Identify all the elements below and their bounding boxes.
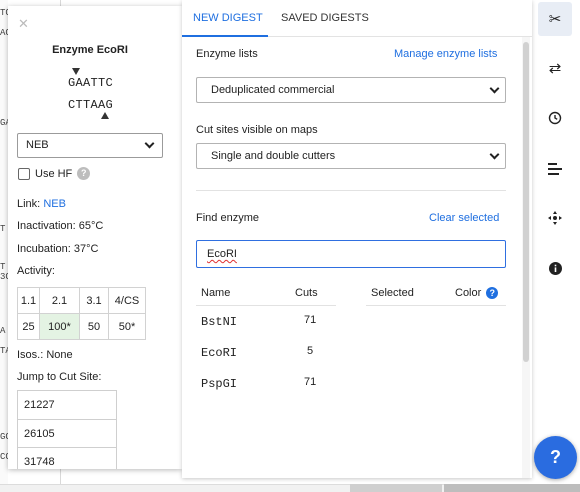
enzyme-result-cuts: 71: [304, 314, 317, 326]
background-sequence-fragment: T: [0, 262, 6, 272]
clear-selected-link[interactable]: Clear selected: [429, 212, 499, 224]
enzyme-list-value: Deduplicated commercial: [211, 84, 335, 96]
results-header-divider: [196, 305, 336, 306]
recognition-sequence-top: GAATTC: [68, 76, 114, 90]
buffer-activity-value: 50: [79, 313, 109, 340]
inactivation-text: Inactivation: 65°C: [17, 220, 104, 232]
help-icon[interactable]: ?: [77, 167, 91, 180]
buffer-activity-value: 100*: [39, 313, 80, 340]
enzyme-list-select[interactable]: Deduplicated commercial: [196, 77, 506, 103]
column-header-selected: Selected: [371, 287, 414, 299]
help-button[interactable]: ?: [534, 436, 577, 479]
digest-tabs: NEW DIGEST SAVED DIGESTS: [182, 0, 532, 37]
selected-header-divider: [366, 305, 506, 306]
buffer-activity-value: 50*: [108, 313, 146, 340]
move-icon[interactable]: [538, 201, 572, 235]
enzyme-title: Enzyme EcoRI: [52, 44, 128, 56]
enzyme-info-panel: ✕ Enzyme EcoRI GAATTC CTTAAG NEB Use HF …: [8, 6, 182, 469]
tab-saved-digests[interactable]: SAVED DIGESTS: [281, 12, 369, 24]
right-toolbar: ✂ ⇄: [538, 0, 580, 484]
buffer-activity-table: 1.1 2.1 3.1 4/CS 25 100* 50 50*: [17, 287, 146, 340]
column-header-color: Color?: [455, 287, 499, 299]
supplier-link-row: Link: NEB: [17, 198, 66, 210]
activity-label: Activity:: [17, 265, 55, 277]
column-header-color-label: Color: [455, 287, 482, 299]
buffer-header: 3.1: [79, 287, 109, 314]
scrollbar-thumb[interactable]: [523, 42, 529, 362]
help-icon[interactable]: ?: [486, 287, 499, 299]
buffer-header: 4/CS: [108, 287, 146, 314]
background-bottom-tab[interactable]: [444, 484, 580, 492]
supplier-select[interactable]: NEB: [17, 133, 163, 158]
digest-panel: NEW DIGEST SAVED DIGESTS Enzyme lists Ma…: [182, 0, 532, 478]
supplier-link[interactable]: NEB: [43, 198, 66, 210]
scissors-icon[interactable]: ✂: [538, 2, 572, 36]
activity-value-row: 25 100* 50 50*: [17, 313, 146, 340]
section-divider: [196, 190, 506, 191]
use-hf-row[interactable]: Use HF ?: [18, 167, 91, 180]
background-sequence-view: [0, 0, 8, 492]
cut-site-item[interactable]: 31748: [18, 447, 116, 469]
find-enzyme-input-value: EcoRI: [207, 248, 237, 260]
info-icon[interactable]: [538, 251, 572, 285]
active-tab-indicator: [182, 35, 268, 37]
cut-site-item[interactable]: 21227: [18, 391, 116, 419]
column-header-cuts: Cuts: [295, 287, 318, 299]
supplier-select-value: NEB: [26, 139, 49, 151]
buffer-header: 2.1: [39, 287, 80, 314]
background-sequence-fragment: T: [0, 224, 6, 234]
swap-icon[interactable]: ⇄: [538, 51, 572, 85]
background-sequence-fragment: A: [0, 326, 6, 336]
cut-site-list: 21227 26105 31748: [17, 390, 117, 469]
enzyme-result-name[interactable]: PspGI: [201, 377, 237, 391]
chevron-down-icon: [489, 83, 500, 94]
enzyme-result-name[interactable]: EcoRI: [201, 346, 237, 360]
find-enzyme-label: Find enzyme: [196, 212, 259, 224]
use-hf-checkbox[interactable]: [18, 167, 30, 180]
cut-sites-visible-value: Single and double cutters: [211, 150, 336, 162]
cut-site-item[interactable]: 26105: [18, 419, 116, 447]
manage-enzyme-lists-link[interactable]: Manage enzyme lists: [394, 48, 497, 60]
cut-marker-top-icon: [72, 68, 80, 75]
find-enzyme-input[interactable]: EcoRI: [196, 240, 506, 268]
enzyme-lists-label: Enzyme lists: [196, 48, 258, 60]
enzyme-result-cuts: 5: [306, 345, 314, 357]
background-bottom-tab[interactable]: [350, 484, 442, 492]
close-icon[interactable]: ✕: [18, 16, 29, 32]
enzyme-result-cuts: 71: [304, 376, 317, 388]
jump-to-cut-site-label: Jump to Cut Site:: [17, 371, 102, 383]
buffer-activity-value: 25: [17, 313, 40, 340]
align-icon[interactable]: [538, 152, 572, 186]
cut-marker-bottom-icon: [101, 112, 109, 119]
cut-sites-visible-label: Cut sites visible on maps: [196, 124, 318, 136]
supplier-link-label: Link:: [17, 198, 41, 210]
recognition-sequence-bottom: CTTAAG: [68, 98, 114, 112]
tab-new-digest[interactable]: NEW DIGEST: [193, 12, 263, 24]
chevron-down-icon: [489, 149, 500, 160]
use-hf-label: Use HF: [35, 167, 73, 180]
buffer-header: 1.1: [17, 287, 40, 314]
chevron-down-icon: [144, 138, 155, 149]
history-icon[interactable]: [538, 101, 572, 135]
column-header-name: Name: [201, 287, 231, 299]
isoschizomers-text: Isos.: None: [17, 349, 73, 361]
enzyme-result-name[interactable]: BstNI: [201, 315, 237, 329]
incubation-text: Incubation: 37°C: [17, 243, 99, 255]
cut-sites-visible-select[interactable]: Single and double cutters: [196, 143, 506, 169]
activity-header-row: 1.1 2.1 3.1 4/CS: [17, 287, 146, 314]
